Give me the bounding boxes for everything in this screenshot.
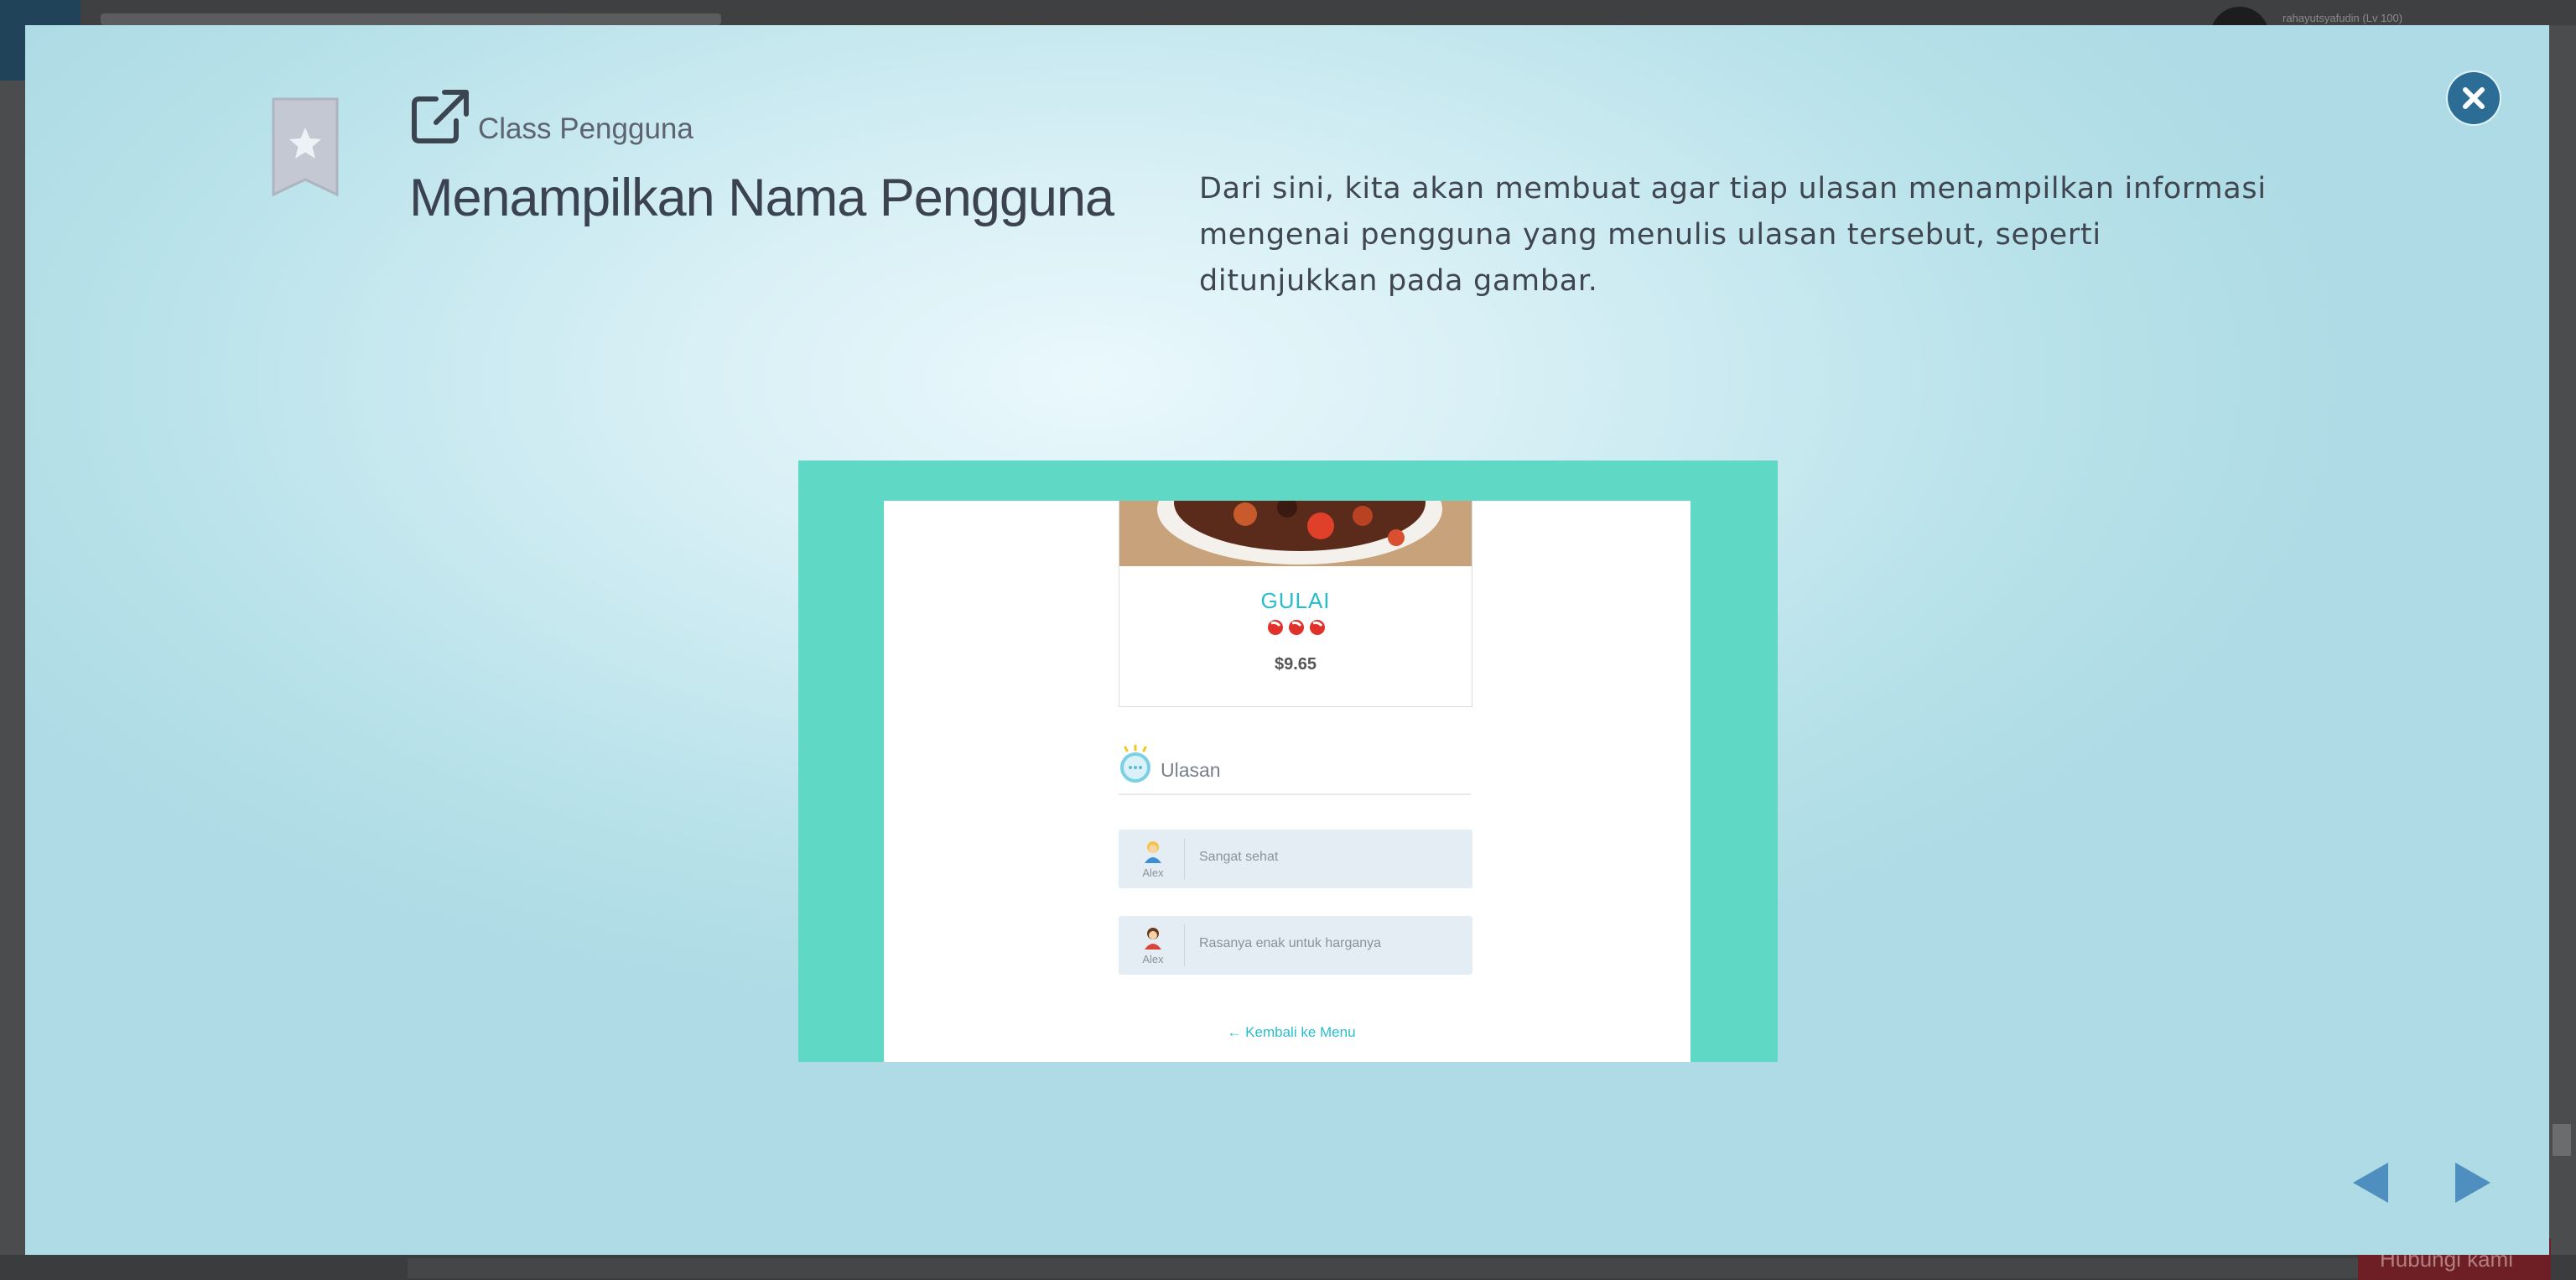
review-text: Rasanya enak untuk harganya	[1199, 936, 1382, 950]
arrow-right-icon	[2455, 1163, 2490, 1203]
user-avatar-icon	[1142, 926, 1164, 950]
review-text: Sangat sehat	[1199, 850, 1279, 864]
back-to-menu-link: ← Kembali ke Menu	[1227, 1024, 1356, 1040]
review-item: Alex Sangat sehat	[1119, 830, 1472, 888]
modal-dialog: Class Pengguna Menampilkan Nama Pengguna…	[25, 25, 2549, 1255]
review-separator	[1184, 838, 1185, 880]
food-name: GULAI	[1260, 588, 1331, 613]
next-slide-button[interactable]	[2454, 1161, 2492, 1205]
page-title: Menampilkan Nama Pengguna	[409, 169, 1114, 227]
food-price: $9.65	[1274, 655, 1317, 674]
description-text: Dari sini, kita akan membuat agar tiap u…	[1199, 172, 2267, 298]
background-search-bar	[101, 13, 721, 25]
review-separator	[1184, 924, 1185, 966]
background-horizontal-scrollbar	[408, 1258, 2521, 1278]
section-label[interactable]: Class Pengguna	[478, 112, 693, 146]
review-author: Alex	[1142, 953, 1164, 965]
close-icon	[2463, 87, 2485, 109]
background-username: rahayutsyafudin (Lv 100)	[2283, 12, 2403, 24]
food-card: GULAI $9.65	[1119, 501, 1472, 707]
speech-bubble-icon	[1117, 744, 1154, 783]
reviews-title: Ulasan	[1161, 759, 1221, 781]
chili-rating-icon	[1266, 618, 1327, 637]
arrow-left-icon	[2353, 1163, 2388, 1203]
phone-screen: GULAI $9.65 Ulasan Alex Sangat sehat Ale…	[884, 501, 1690, 1062]
reviews-divider	[1119, 793, 1471, 795]
food-photo	[1119, 501, 1472, 566]
illustration-image: GULAI $9.65 Ulasan Alex Sangat sehat Ale…	[798, 460, 1778, 1062]
close-button[interactable]	[2448, 72, 2500, 124]
external-link-icon[interactable]	[411, 89, 470, 144]
user-avatar-icon	[1142, 840, 1164, 863]
review-author: Alex	[1142, 866, 1164, 879]
review-item: Alex Rasanya enak untuk harganya	[1119, 916, 1472, 975]
background-scroll-thumb	[2553, 1124, 2571, 1156]
previous-slide-button[interactable]	[2351, 1161, 2390, 1205]
bookmark-star-icon[interactable]	[268, 96, 342, 200]
